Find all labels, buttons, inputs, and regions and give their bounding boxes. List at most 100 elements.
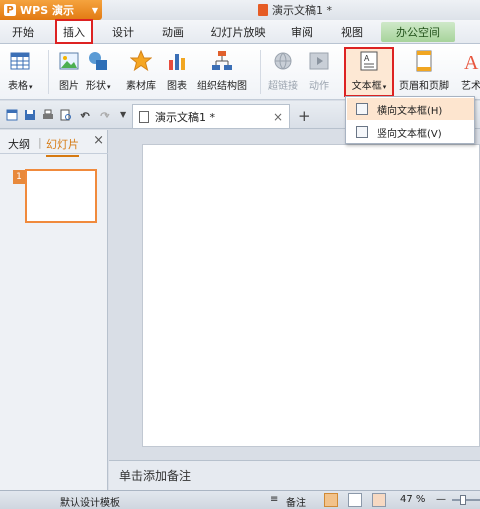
insert-chart-label: 图表 bbox=[167, 81, 187, 92]
zoom-level[interactable]: 47 % bbox=[400, 494, 425, 505]
hyperlink-globe-icon bbox=[274, 52, 292, 70]
insert-header-footer-button[interactable]: 页眉和页脚 bbox=[399, 50, 449, 92]
ribbon-divider bbox=[48, 50, 49, 94]
tab-slideshow-label: 幻灯片放映 bbox=[210, 26, 266, 39]
textbox-icon: A bbox=[360, 51, 378, 71]
template-name[interactable]: 默认设计模板 bbox=[60, 494, 120, 509]
notes-placeholder: 单击添加备注 bbox=[119, 469, 192, 483]
chevron-down-icon: ▾ bbox=[29, 83, 33, 91]
presentation-file-icon bbox=[258, 4, 268, 16]
insert-action-button[interactable]: 动作 bbox=[308, 50, 330, 92]
tab-animation[interactable]: 动画 bbox=[155, 20, 191, 44]
close-panel-icon[interactable]: × bbox=[93, 133, 104, 148]
tab-insert[interactable]: 插入 bbox=[55, 19, 93, 44]
app-name: WPS 演示 bbox=[20, 4, 74, 17]
insert-textbox-button[interactable]: A 文本框▾ bbox=[344, 47, 394, 97]
tab-view[interactable]: 视图 bbox=[334, 20, 370, 44]
zoom-slider-track[interactable] bbox=[452, 499, 480, 501]
insert-hyperlink-button[interactable]: 超链接 bbox=[268, 50, 298, 92]
tab-office-space-label: 办公空间 bbox=[396, 26, 440, 39]
org-chart-icon bbox=[212, 51, 232, 70]
tab-slideshow[interactable]: 幻灯片放映 bbox=[206, 20, 270, 44]
insert-textbox-label: 文本框 bbox=[351, 81, 382, 92]
tab-design-label: 设计 bbox=[112, 26, 134, 39]
new-file-icon[interactable] bbox=[6, 109, 18, 121]
redo-icon[interactable] bbox=[98, 109, 110, 121]
tab-review[interactable]: 审阅 bbox=[284, 20, 320, 44]
insert-org-chart-button[interactable]: 组织结构图 bbox=[197, 50, 247, 92]
tab-slides[interactable]: 幻灯片 bbox=[46, 136, 79, 157]
slideshow-view-button[interactable] bbox=[372, 493, 386, 507]
undo-icon[interactable] bbox=[80, 109, 92, 121]
tab-design[interactable]: 设计 bbox=[105, 20, 141, 44]
textbox-dropdown-menu: 横向文本框(H) 竖向文本框(V) bbox=[345, 96, 475, 144]
tab-view-label: 视图 bbox=[341, 26, 363, 39]
ribbon-insert: 表格▾ 图片 形状▾ 素材库 图表 组织结构图 超链接 动作 A 文本框▾ 页眉… bbox=[0, 44, 480, 100]
tab-animation-label: 动画 bbox=[162, 26, 184, 39]
insert-picture-button[interactable]: 图片 bbox=[58, 50, 80, 92]
window-title-text: 演示文稿1 * bbox=[272, 4, 332, 17]
zoom-slider-handle[interactable] bbox=[460, 495, 466, 505]
tab-review-label: 审阅 bbox=[291, 26, 313, 39]
tab-home-label: 开始 bbox=[12, 26, 34, 39]
menu-item-horizontal-textbox[interactable]: 横向文本框(H) bbox=[347, 98, 474, 120]
slide-canvas[interactable] bbox=[142, 144, 480, 447]
slide-thumbnail[interactable] bbox=[25, 169, 97, 223]
insert-hyperlink-label: 超链接 bbox=[268, 81, 298, 92]
print-icon[interactable] bbox=[42, 109, 54, 121]
action-play-icon bbox=[309, 52, 329, 70]
vertical-textbox-icon bbox=[356, 126, 368, 138]
table-icon bbox=[10, 52, 30, 70]
menu-item-vertical-textbox[interactable]: 竖向文本框(V) bbox=[347, 121, 474, 143]
wps-app-menu-button[interactable]: P WPS 演示 ▼ bbox=[0, 0, 102, 20]
notes-toggle-label[interactable]: 备注 bbox=[286, 494, 306, 509]
zoom-out-button[interactable]: — bbox=[436, 494, 446, 505]
insert-wordart-label: 艺术 bbox=[461, 81, 480, 92]
insert-material-library-button[interactable]: 素材库 bbox=[126, 50, 156, 92]
print-preview-icon[interactable] bbox=[60, 109, 72, 121]
insert-chart-button[interactable]: 图表 bbox=[166, 50, 188, 92]
new-tab-button[interactable]: + bbox=[298, 107, 311, 125]
menu-bar: 开始 插入 设计 动画 幻灯片放映 审阅 视图 办公空间 bbox=[0, 19, 480, 44]
slide-editing-area bbox=[109, 130, 480, 460]
close-tab-icon[interactable]: × bbox=[273, 110, 283, 124]
insert-action-label: 动作 bbox=[309, 81, 329, 92]
customize-quick-access-icon[interactable]: ▼ bbox=[120, 110, 126, 119]
panel-tabs: 大纲 | 幻灯片 × bbox=[0, 130, 108, 157]
slides-panel: 大纲 | 幻灯片 × 1 bbox=[0, 130, 108, 490]
insert-header-footer-label: 页眉和页脚 bbox=[399, 81, 449, 92]
document-icon bbox=[139, 110, 149, 123]
insert-shape-label: 形状 bbox=[86, 81, 106, 92]
save-icon[interactable] bbox=[24, 109, 36, 121]
tab-divider: | bbox=[38, 136, 42, 149]
insert-org-chart-label: 组织结构图 bbox=[197, 81, 247, 92]
tab-office-space[interactable]: 办公空间 bbox=[381, 22, 455, 42]
bar-chart-icon bbox=[169, 54, 185, 70]
tab-outline[interactable]: 大纲 bbox=[8, 136, 30, 152]
ribbon-divider bbox=[260, 50, 261, 94]
slide-sorter-view-button[interactable] bbox=[348, 493, 362, 507]
notes-toggle-icon[interactable]: ≡ bbox=[270, 494, 278, 505]
chevron-down-icon: ▾ bbox=[382, 83, 387, 91]
header-footer-icon bbox=[416, 50, 432, 72]
insert-wordart-button[interactable]: A 艺术 bbox=[460, 50, 480, 92]
document-tab-title: 演示文稿1 * bbox=[155, 110, 215, 124]
svg-text:A: A bbox=[364, 54, 370, 63]
normal-view-button[interactable] bbox=[324, 493, 338, 507]
insert-material-library-label: 素材库 bbox=[126, 81, 156, 92]
slide-number-badge: 1 bbox=[13, 170, 25, 184]
insert-picture-label: 图片 bbox=[59, 81, 79, 92]
insert-table-button[interactable]: 表格▾ bbox=[8, 50, 33, 92]
menu-item-vertical-label: 竖向文本框(V) bbox=[377, 128, 442, 140]
notes-pane[interactable]: 单击添加备注 bbox=[109, 460, 480, 490]
menu-item-horizontal-label: 横向文本框(H) bbox=[377, 105, 443, 117]
document-tab[interactable]: 演示文稿1 * × bbox=[132, 104, 290, 128]
star-icon bbox=[130, 50, 152, 72]
insert-shape-button[interactable]: 形状▾ bbox=[86, 50, 111, 92]
shapes-icon bbox=[89, 52, 108, 70]
tab-home[interactable]: 开始 bbox=[4, 20, 42, 44]
chevron-down-icon: ▼ bbox=[91, 5, 98, 15]
insert-table-label: 表格 bbox=[8, 81, 28, 92]
horizontal-textbox-icon bbox=[356, 103, 368, 115]
svg-text:A: A bbox=[464, 52, 479, 72]
